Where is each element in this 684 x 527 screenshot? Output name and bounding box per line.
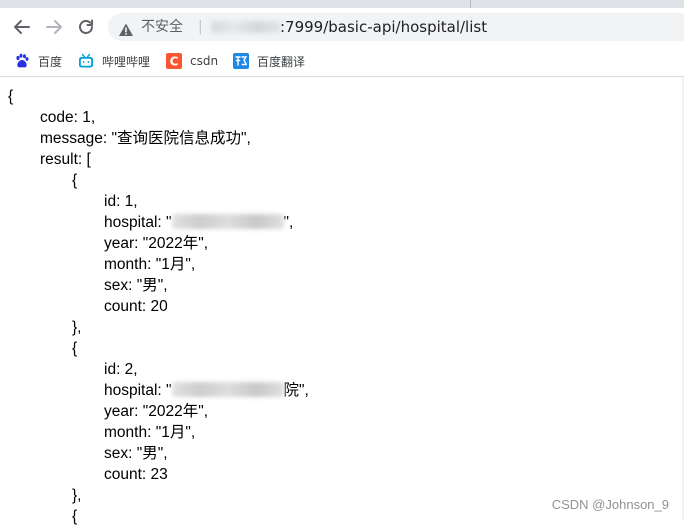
tab-strip <box>0 0 684 8</box>
svg-text:C: C <box>170 55 179 69</box>
hospital-key: hospital: " <box>104 382 172 399</box>
redacted-hospital-name <box>171 214 284 229</box>
bookmarks-bar: 百度 哔哩哔哩 C csdn 百度翻译 <box>0 46 684 77</box>
csdn-c-icon: C <box>166 53 182 69</box>
security-separator: | <box>198 19 203 35</box>
json-record-close: }, <box>72 487 82 504</box>
json-viewer: { code: 1, message: "查询医院信息成功", result: … <box>0 77 684 525</box>
json-sex-line: sex: "男", <box>104 277 168 294</box>
json-result-line: result: [ <box>40 151 91 168</box>
json-hospital-line: hospital: " 院", <box>104 380 309 401</box>
json-year-line: year: "2022年", <box>104 403 209 420</box>
security-label[interactable]: 不安全 <box>141 13 183 41</box>
bookmark-baidu[interactable]: 百度 <box>14 51 62 71</box>
url-text[interactable]: :7999/basic-api/hospital/list <box>280 13 487 41</box>
bookmark-label: 百度翻译 <box>257 54 306 69</box>
json-month-line: month: "1月", <box>104 256 196 273</box>
tab-divider <box>470 0 471 8</box>
bilibili-tv-icon <box>78 53 94 69</box>
json-record-open: { <box>72 508 78 525</box>
hospital-suffix: 院", <box>283 382 309 399</box>
bookmark-label: 百度 <box>38 54 63 69</box>
bookmark-baidu-translate[interactable]: 百度翻译 <box>233 51 305 71</box>
json-id-line: id: 1, <box>104 193 138 210</box>
json-count-line: count: 23 <box>104 466 168 483</box>
json-message-line: message: "查询医院信息成功", <box>40 130 251 147</box>
hospital-key: hospital: " <box>104 214 172 231</box>
hospital-suffix: ", <box>283 214 294 231</box>
bookmark-label: 哔哩哔哩 <box>102 54 151 69</box>
json-code-line: code: 1, <box>40 109 96 126</box>
json-sex-line: sex: "男", <box>104 445 168 462</box>
forward-arrow-icon[interactable] <box>41 14 67 40</box>
json-month-line: month: "1月", <box>104 424 196 441</box>
redacted-host <box>211 21 281 33</box>
bookmark-label: csdn <box>190 54 219 68</box>
translate-icon <box>233 53 249 69</box>
back-arrow-icon[interactable] <box>9 14 35 40</box>
json-id-line: id: 2, <box>104 361 138 378</box>
json-record-open: { <box>72 340 78 357</box>
bookmark-bilibili[interactable]: 哔哩哔哩 <box>78 51 150 71</box>
json-open-brace: { <box>8 88 14 105</box>
warning-triangle-icon[interactable] <box>118 19 134 41</box>
bookmark-csdn[interactable]: C csdn <box>166 51 218 71</box>
json-year-line: year: "2022年", <box>104 235 209 252</box>
reload-icon[interactable] <box>73 14 99 40</box>
browser-toolbar: 不安全 | :7999/basic-api/hospital/list <box>0 8 684 46</box>
json-record-open: { <box>72 172 78 189</box>
json-count-line: count: 20 <box>104 298 168 315</box>
baidu-paw-icon <box>14 53 30 69</box>
csdn-watermark: CSDN @Johnson_9 <box>551 497 669 512</box>
address-bar[interactable]: 不安全 | :7999/basic-api/hospital/list <box>108 13 684 41</box>
json-record-close: }, <box>72 319 82 336</box>
redacted-hospital-name <box>171 382 284 397</box>
json-hospital-line: hospital: " ", <box>104 212 293 233</box>
